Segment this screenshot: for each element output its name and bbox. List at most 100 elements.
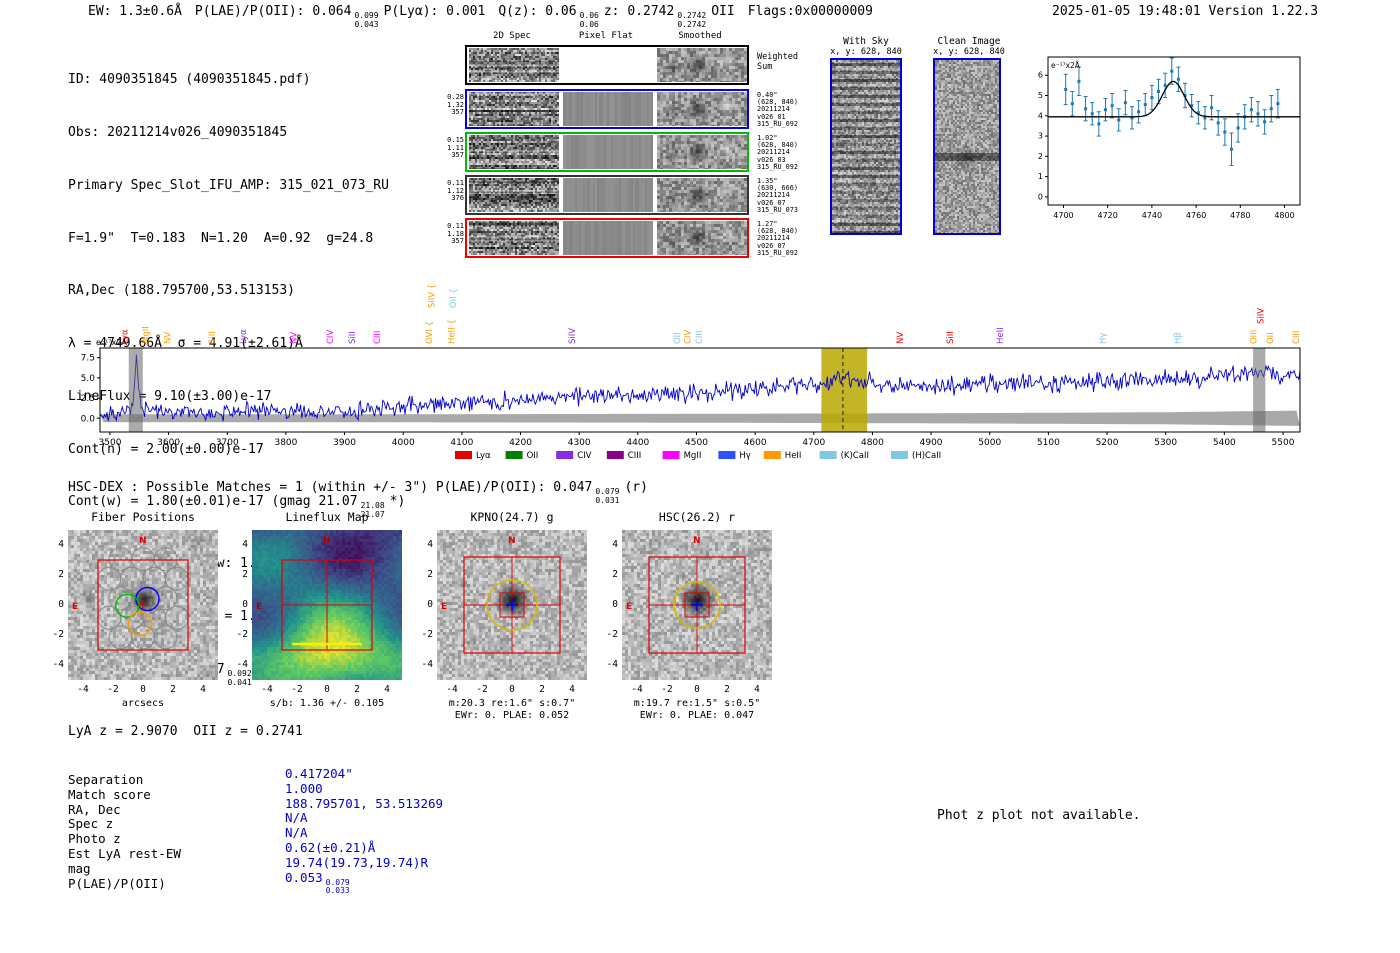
spectrum-y-tick-label: 7.5 [81,354,95,364]
emission-line-label-20: Hγ [1098,333,1108,344]
twod-flat-image-3 [563,178,653,212]
cutout-y-tick-label: -4 [606,659,618,670]
legend-swatch-2 [556,451,574,459]
spectrum-y-tick-label: 0.0 [81,414,96,424]
spectrum-x-tick-label: 4900 [920,438,943,448]
header-z-lo: 0.2742 [677,19,707,29]
match-row-value-4: N/A [285,825,308,840]
emission-line-label-25: CIII [1292,331,1302,344]
spectrum-x-tick-label: 5200 [1096,438,1119,448]
legend-label-0: Lyα [476,451,491,461]
twod-spec-image-0 [469,48,559,82]
cutout-y-tick-label: 2 [612,569,618,580]
emission-line-label-19: HeII [996,327,1006,344]
inset-data-point [1123,101,1127,105]
fiber-circle [108,625,133,650]
cutout-x-tick-label: 0 [324,684,330,695]
spectrum-x-tick-label: 5400 [1213,438,1236,448]
twod-left-label-4: 0.11 1.18 357 [439,222,464,246]
cutout-y-tick-label: 4 [612,539,618,550]
match-row-value-3: N/A [285,810,308,825]
match-row-value-text: N/A [285,810,308,826]
cutout-y-tick-label: -4 [236,659,248,670]
header-flags: Flags:0x00000009 [747,4,873,19]
hsc-dex-lo: 0.031 [595,495,620,505]
full-spectrum-plot: 3500 3600 3700 3800 3900 4000 4100 4200 4300 4400… [81,284,1302,461]
inset-x-tick-label: 4700 [1053,211,1073,220]
cutout-x-tick-label: 2 [724,684,730,695]
emission-line-label-6: CIV [326,330,336,344]
cutout-caption-3-0: m:19.7 re:1.5" s:0.5" [633,698,761,709]
inset-data-point [1117,118,1121,122]
cutout-title-2: KPNO(24.7) g [470,510,554,524]
inset-y-tick-label: 6 [1038,71,1043,80]
emission-line-label-4: Lyα [239,329,249,344]
legend-label-1: OII [527,451,539,461]
inset-data-point [1077,79,1081,83]
spectrum-y-tick-label: 5.0 [81,374,96,384]
cutout-caption-2-0: m:20.3 re:1.6" s:0.7" [448,698,576,709]
inset-data-point [1170,69,1174,73]
cutout-y-tick-label: 2 [427,569,433,580]
spectrum-x-tick-label: 3800 [274,438,297,448]
info-id: ID: 4090351845 (4090351845.pdf) [68,72,311,88]
twod-row-3: 0.11 1.12 376 1.35" (630, 666) 20211214 v026_0… [447,175,798,215]
match-row-label-2: RA, Dec [68,801,121,817]
header-ew: EW: 1.3±0.6Å [88,4,182,19]
emission-line-label-0: Lyα [121,329,131,344]
with-sky-title: With Sky [843,36,889,47]
legend-label-6: HeII [785,451,802,461]
spectrum-x-tick-label: 3600 [157,438,180,448]
match-row-label-7: P(LAE)/P(OII) [68,875,166,891]
match-row-value-text: 19.74(19.73,19.74)R [285,854,428,870]
twod-left-label-1: 0.28 1.32 357 [439,93,464,117]
header-timestamp: 2025-01-05 19:48:01 Version 1.22.3 [1052,4,1319,19]
twod-row-0: Weighted Sum [465,45,798,85]
cutout-y-tick-label: -2 [421,629,433,640]
clean-image [933,58,1001,235]
match-row-value-7: 0.053 0.079 0.033 [285,870,355,897]
spectrum-x-tick-label: 4800 [861,438,884,448]
spectrum-x-tick-label: 3900 [333,438,356,448]
match-row-value-0: 0.417204" [285,766,353,781]
inset-data-point [1084,107,1088,111]
twod-smooth-image-1 [657,92,747,126]
cutout-y-tick-label: -2 [52,629,64,640]
twod-left-line: 357 [451,237,464,246]
inset-y-tick-label: 5 [1038,91,1043,100]
twod-right-line: Sum [757,61,773,72]
emission-line-label-24: OII [1266,332,1276,344]
clean-image-title: Clean Image [937,36,1001,47]
compass-label: N [139,536,147,546]
spectrum-x-tick-label: 4100 [450,438,473,448]
cutout-caption-0-0: arcsecs [121,698,165,709]
twod-right-label-3: 1.35" (630, 666) 20211214 v026_07 315_RU_073 [757,177,798,214]
cutout-x-tick-label: -4 [446,684,458,695]
inset-data-point [1150,96,1154,100]
inset-data-point [1276,102,1280,106]
match-row-label-1: Match score [68,786,151,802]
inset-y-tick-label: 1 [1038,172,1043,181]
twod-spec-image-3 [469,178,559,212]
spectrum-x-tick-label: 5300 [1154,438,1177,448]
match-row-label-6: mag [68,860,91,876]
cutout-caption-3-1: EWr: 0. PLAE: 0.047 [639,710,755,721]
masked-region-0 [128,348,143,432]
emission-line-label-3: SiII [208,331,218,344]
hsc-dex-band: (r) [624,480,648,495]
cutout-y-tick-label: 0 [58,599,64,610]
photz-note: Phot z plot not available. [937,808,1141,823]
twod-left-line: 357 [451,151,464,160]
fiber-circle [153,625,178,650]
inset-data-point [1256,112,1260,116]
emission-line-label-12: OII { [449,288,459,308]
twod-flat-image-2 [563,135,653,169]
emission-line-label-16: CIII [695,331,705,344]
emission-line-label-15: CIV [684,330,694,344]
twod-row-2: 0.15 1.11 357 1.02" (628, 840) 20211214 v026_0… [447,132,798,172]
cutout-overlay-1: NE [256,536,373,651]
inset-data-point [1176,77,1180,81]
emission-line-label-13: SiIV [568,328,578,344]
info-plae-frac: 0.092 0.041 [228,669,252,688]
inset-data-point [1070,102,1074,106]
